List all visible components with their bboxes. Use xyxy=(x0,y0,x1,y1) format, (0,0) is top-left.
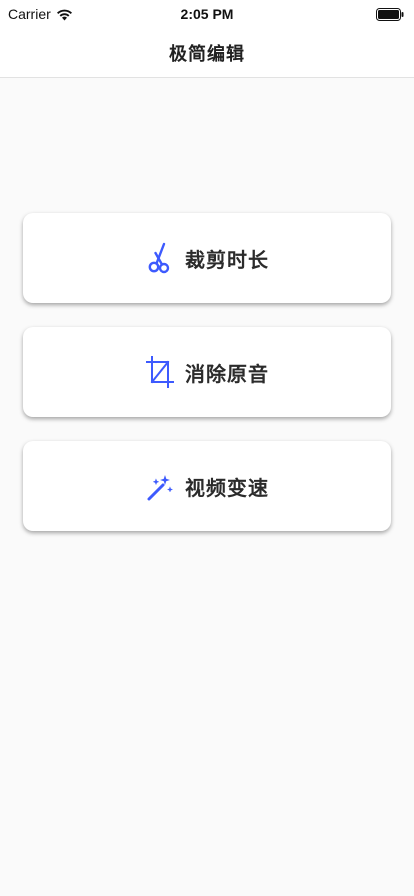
status-bar: Carrier 2:05 PM xyxy=(0,0,414,28)
app-screen: Carrier 2:05 PM 极简编辑 裁剪时长 消除原音 视频变速 xyxy=(0,0,414,896)
trim-duration-label: 裁剪时长 xyxy=(185,247,269,272)
trim-duration-button[interactable]: 裁剪时长 xyxy=(23,213,391,303)
video-speed-label: 视频变速 xyxy=(185,475,269,500)
video-speed-button[interactable]: 视频变速 xyxy=(23,441,391,531)
crop-icon xyxy=(145,355,175,389)
navigation-bar: 极简编辑 xyxy=(0,28,414,78)
remove-audio-button[interactable]: 消除原音 xyxy=(23,327,391,417)
wifi-icon xyxy=(56,8,73,21)
battery-icon xyxy=(376,7,404,21)
carrier-label: Carrier xyxy=(8,6,51,22)
magic-wand-icon xyxy=(145,469,175,503)
remove-audio-label: 消除原音 xyxy=(185,361,269,386)
status-left: Carrier xyxy=(8,6,73,22)
scissors-icon xyxy=(145,241,175,275)
page-title: 极简编辑 xyxy=(169,43,245,65)
